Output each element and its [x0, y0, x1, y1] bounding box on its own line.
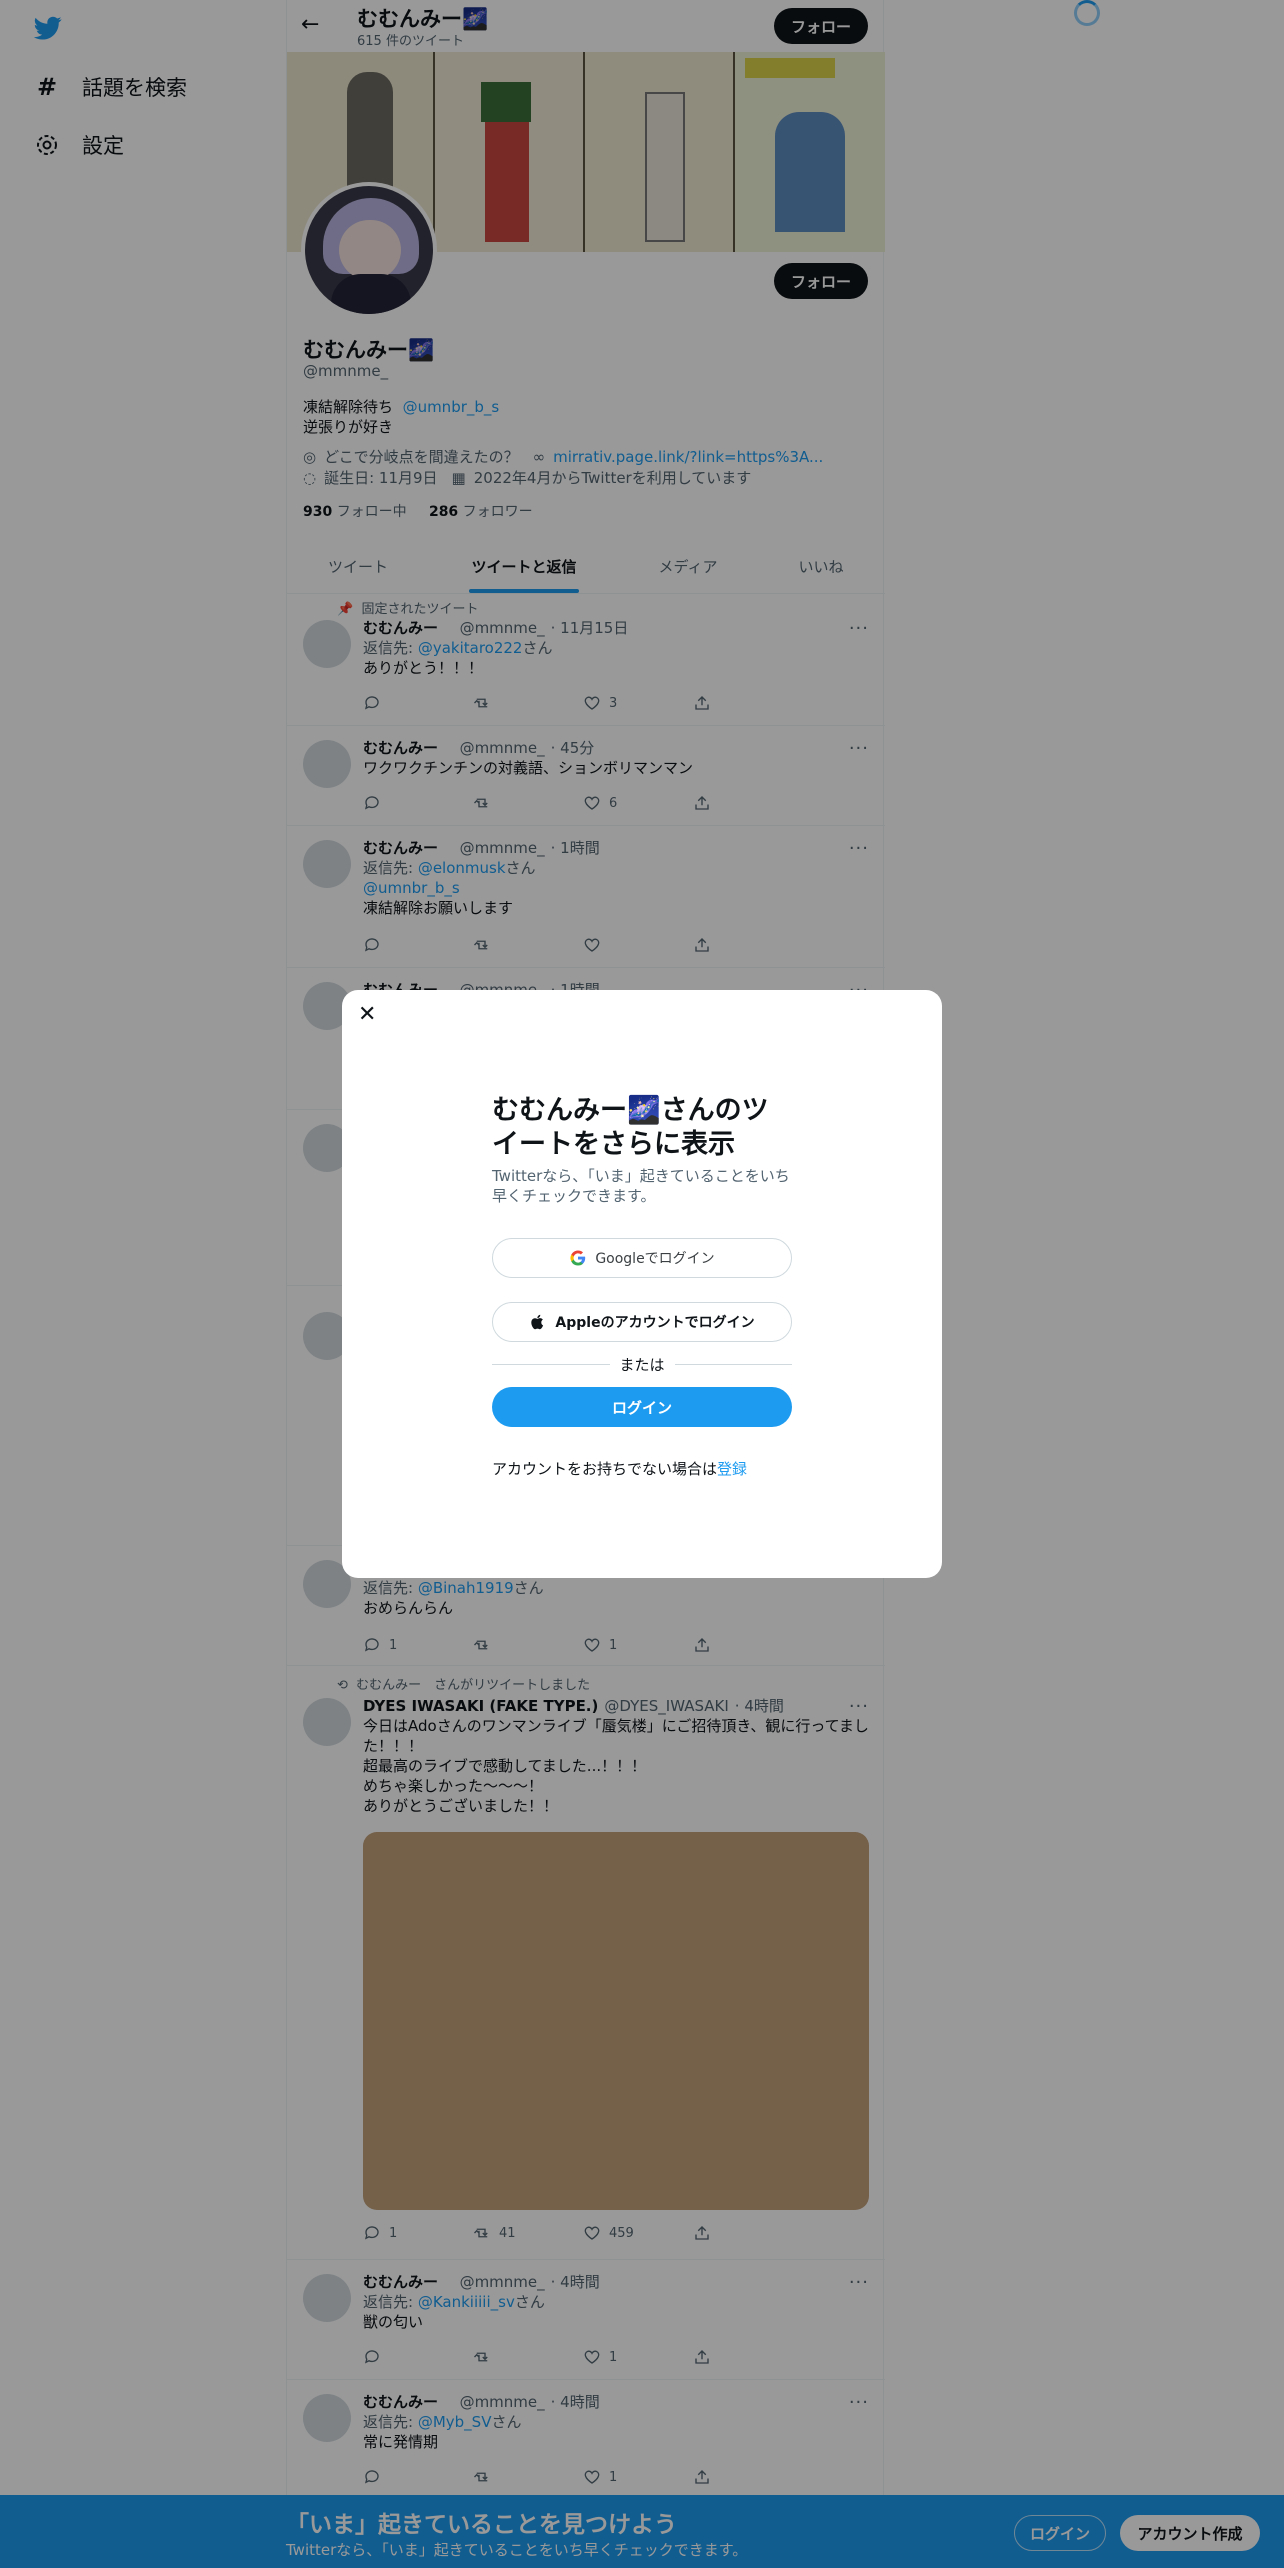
login-prompt-dialog: ✕ むむんみー🌌さんのツイートをさらに表示 Twitterなら、「いま」起きてい… — [342, 990, 942, 1578]
dialog-subtitle: Twitterなら、「いま」起きていることをいち早くチェックできます。 — [492, 1167, 790, 1205]
register-prompt: アカウントをお持ちでない場合は登録 — [492, 1460, 748, 1478]
dialog-title: むむんみー🌌さんのツイートをさらに表示 — [492, 1095, 769, 1160]
apple-icon — [531, 1314, 544, 1330]
or-divider: または — [492, 1354, 793, 1374]
google-login-button[interactable]: Googleでログイン — [492, 1238, 792, 1278]
bottom-signup-button[interactable]: アカウント作成 — [1120, 2515, 1260, 2551]
bottom-bar-subtitle: Twitterなら、「いま」起きていることをいち早くチェックできます。 — [286, 2541, 748, 2559]
apple-login-button[interactable]: Appleのアカウントでログイン — [492, 1302, 792, 1342]
register-link[interactable]: 登録 — [717, 1460, 747, 1478]
close-icon[interactable]: ✕ — [358, 1002, 376, 1027]
bottom-bar-title: 「いま」起きていることを見つけよう — [286, 2512, 677, 2538]
bottom-login-button[interactable]: ログイン — [1014, 2515, 1106, 2551]
login-button[interactable]: ログイン — [492, 1387, 792, 1427]
signup-bottom-bar: 「いま」起きていることを見つけよう Twitterなら、「いま」起きていることを… — [0, 2495, 1284, 2568]
google-icon — [570, 1250, 586, 1266]
